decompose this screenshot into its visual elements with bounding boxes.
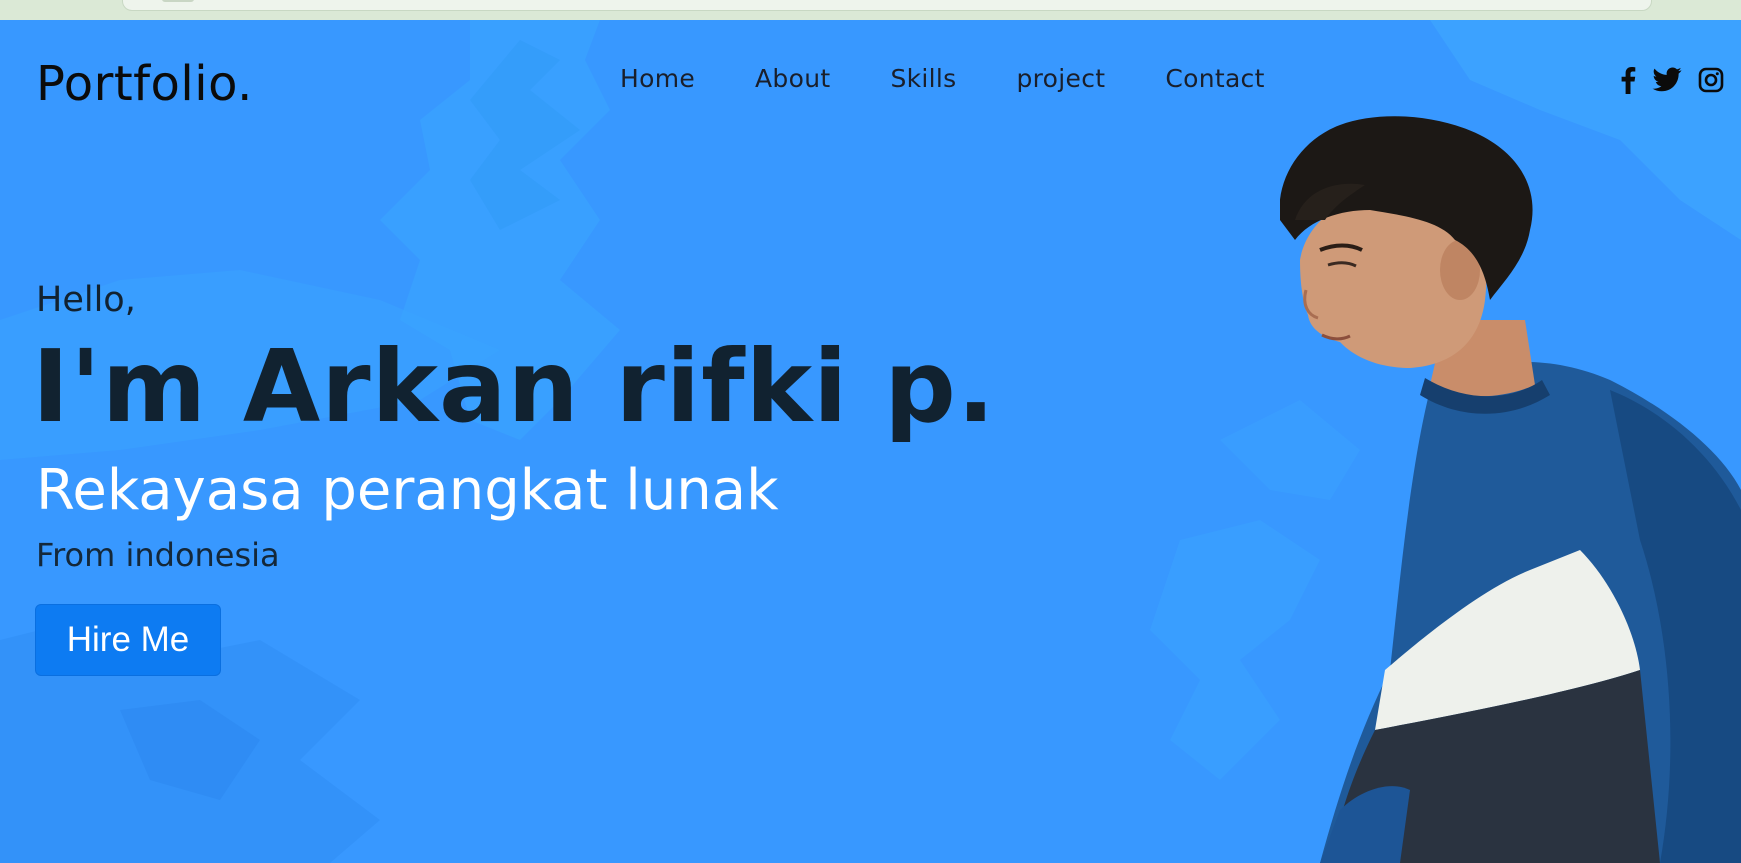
social-links: [1620, 66, 1740, 98]
browser-top-strip: [0, 0, 1741, 21]
profile-photo: [1280, 116, 1741, 863]
hero-origin: From indonesia: [36, 536, 280, 574]
instagram-icon[interactable]: [1698, 67, 1724, 97]
hero-role: Rekayasa perangkat lunak: [36, 458, 779, 523]
twitter-icon[interactable]: [1652, 67, 1682, 97]
site-logo[interactable]: Portfolio.: [36, 56, 253, 112]
hire-me-button[interactable]: Hire Me: [35, 604, 221, 676]
hero-section: Portfolio. Home About Skills project Con…: [0, 20, 1741, 863]
hero-name: I'm Arkan rifki p.: [32, 328, 996, 445]
hero-greeting: Hello,: [36, 280, 136, 320]
nav-link-about[interactable]: About: [755, 64, 830, 93]
address-bar-chip: [162, 0, 194, 2]
address-bar[interactable]: [122, 0, 1652, 11]
nav-link-project[interactable]: project: [1016, 64, 1105, 93]
nav-link-home[interactable]: Home: [620, 64, 695, 93]
main-nav: Home About Skills project Contact: [620, 64, 1325, 93]
nav-link-skills[interactable]: Skills: [890, 64, 956, 93]
nav-link-contact[interactable]: Contact: [1165, 64, 1264, 93]
facebook-icon[interactable]: [1620, 66, 1636, 98]
